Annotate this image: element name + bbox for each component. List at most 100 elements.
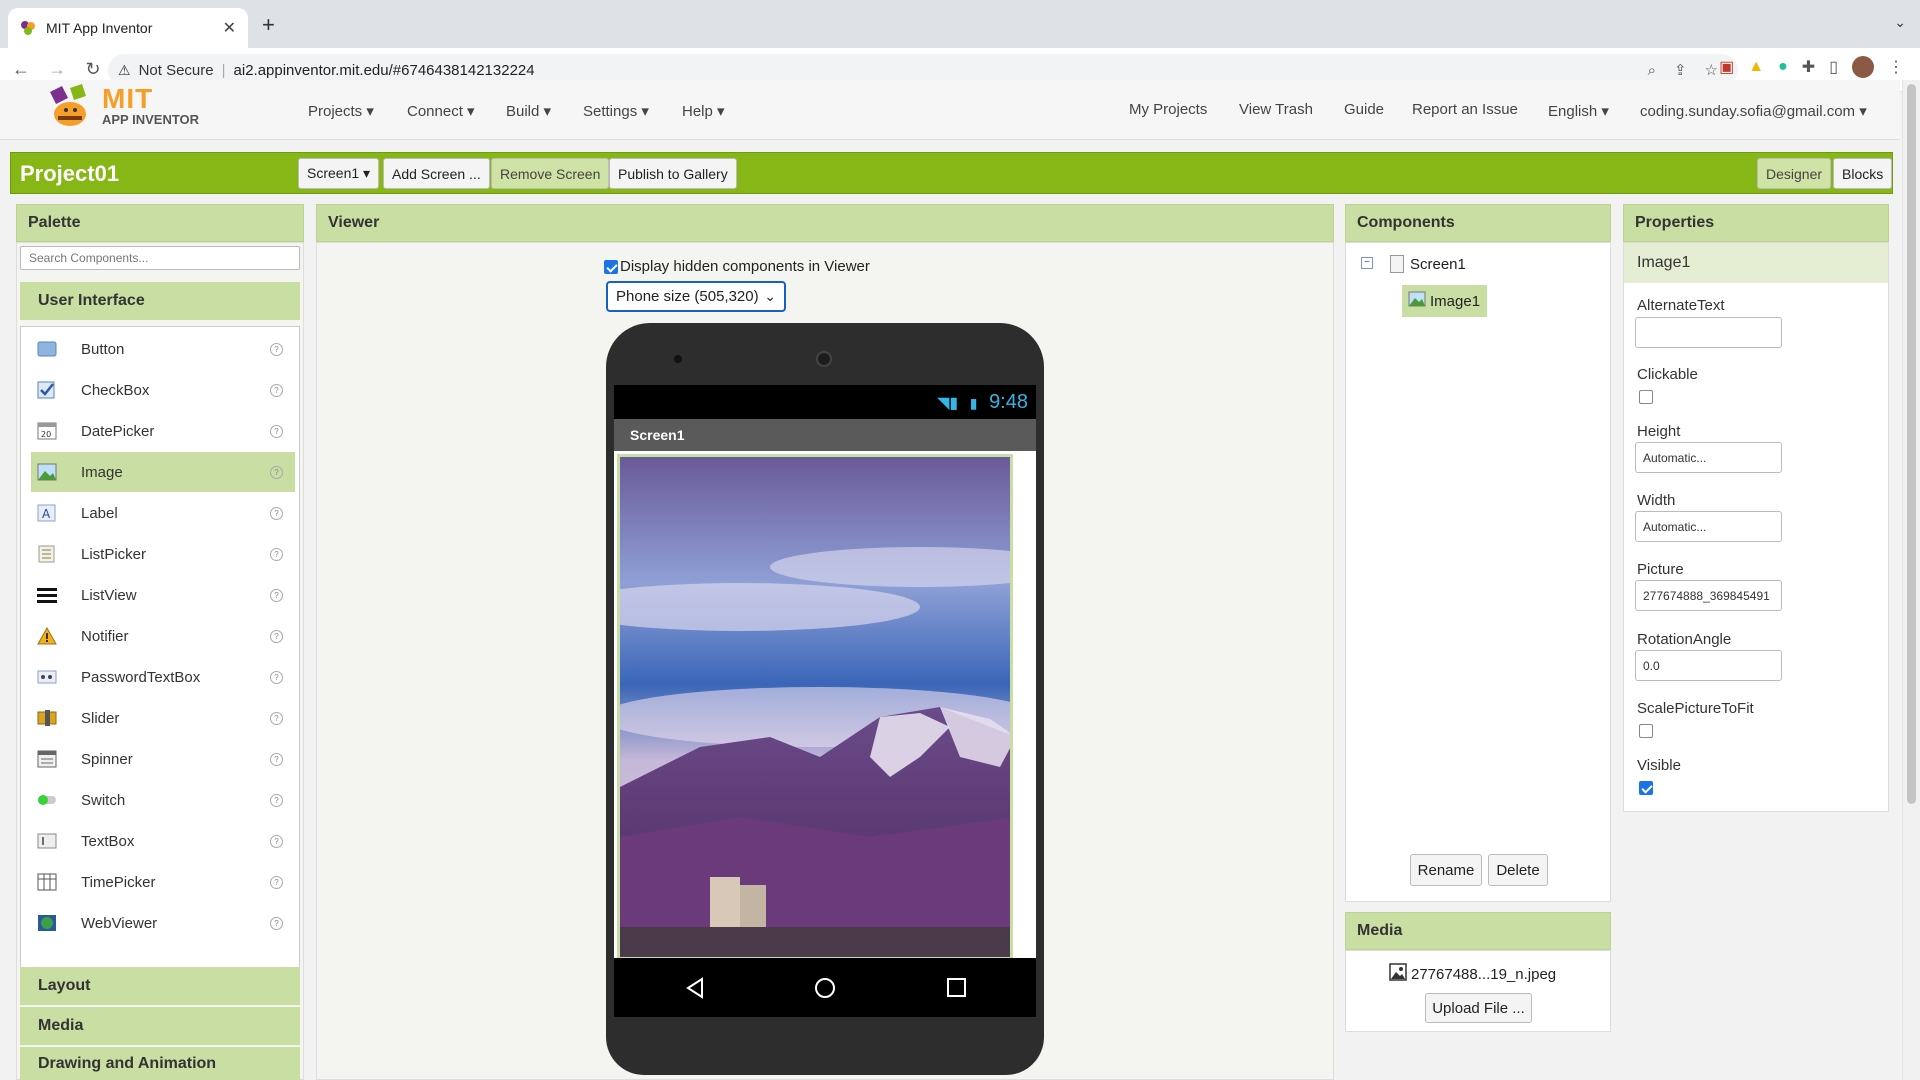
blocks-button[interactable]: Blocks <box>1833 158 1893 189</box>
grammarly-icon[interactable]: ● <box>1778 58 1788 76</box>
add-screen-button[interactable]: Add Screen ... <box>383 158 490 189</box>
help-icon[interactable]: ? <box>270 424 283 438</box>
height-input[interactable]: Automatic... <box>1635 442 1782 473</box>
palette-item-timepicker[interactable]: TimePicker ? <box>31 862 295 902</box>
phone-size-select[interactable]: Phone size (505,320) ⌄ <box>606 281 786 312</box>
palette-item-button[interactable]: Button ? <box>31 329 295 369</box>
cast-icon[interactable]: ▣ <box>1719 57 1734 77</box>
image1-component[interactable] <box>617 454 1013 960</box>
media-file-item[interactable]: 27767488...19_n.jpeg <box>1389 963 1556 985</box>
tree-image1[interactable]: Image1 <box>1402 285 1487 317</box>
help-icon[interactable]: ? <box>270 711 283 725</box>
zoom-icon[interactable]: ⌕ <box>1648 62 1656 79</box>
palette-item-notifier[interactable]: Notifier ? <box>31 616 295 656</box>
search-components-input[interactable]: Search Components... <box>20 246 300 270</box>
remove-screen-button[interactable]: Remove Screen <box>491 158 610 189</box>
help-icon[interactable]: ? <box>270 670 283 684</box>
palette-item-textbox[interactable]: TextBox ? <box>31 821 295 861</box>
tab-close-icon[interactable]: ✕ <box>223 18 236 38</box>
help-icon[interactable]: ? <box>270 342 283 356</box>
palette-item-webviewer[interactable]: WebViewer ? <box>31 903 295 943</box>
upload-file-button[interactable]: Upload File ... <box>1425 993 1532 1023</box>
palette-item-switch[interactable]: Switch ? <box>31 780 295 820</box>
drive-icon[interactable]: ▲ <box>1748 58 1764 76</box>
link-view-trash[interactable]: View Trash <box>1239 101 1313 118</box>
palette-item-checkbox[interactable]: CheckBox ? <box>31 370 295 410</box>
scalepicturetofit-checkbox[interactable] <box>1639 724 1653 738</box>
palette-item-spinner[interactable]: Spinner ? <box>31 739 295 779</box>
rotationangle-input[interactable]: 0.0 <box>1635 650 1782 681</box>
delete-button[interactable]: Delete <box>1488 854 1548 886</box>
help-icon[interactable]: ? <box>270 506 283 520</box>
menu-help[interactable]: Help ▾ <box>682 102 725 120</box>
category-user-interface[interactable]: User Interface <box>20 282 300 320</box>
picture-input[interactable]: 277674888_369845491 <box>1635 580 1782 611</box>
palette-item-listview[interactable]: ListView ? <box>31 575 295 615</box>
tree-screen1[interactable]: Screen1 <box>1390 255 1466 273</box>
link-report-issue[interactable]: Report an Issue <box>1412 101 1518 118</box>
designer-button[interactable]: Designer <box>1757 158 1832 189</box>
collapse-tree-icon[interactable]: − <box>1361 257 1373 269</box>
menu-connect[interactable]: Connect ▾ <box>407 102 475 120</box>
link-my-projects[interactable]: My Projects <box>1129 101 1207 118</box>
palette-item-image[interactable]: Image ? <box>31 452 295 492</box>
display-hidden-checkbox[interactable] <box>604 259 618 274</box>
palette-item-label[interactable]: A Label ? <box>31 493 295 533</box>
palette-item-label: Button <box>81 340 125 358</box>
help-icon[interactable]: ? <box>270 752 283 766</box>
help-icon[interactable]: ? <box>270 875 283 889</box>
page-scrollbar[interactable] <box>1902 80 1920 1080</box>
scrollbar-thumb[interactable] <box>1907 84 1916 804</box>
checkbox-component-icon <box>37 381 57 399</box>
help-icon[interactable]: ? <box>270 793 283 807</box>
publish-gallery-button[interactable]: Publish to Gallery <box>609 158 737 189</box>
menu-build[interactable]: Build ▾ <box>506 102 551 120</box>
clickable-checkbox[interactable] <box>1639 390 1653 404</box>
category-media[interactable]: Media <box>20 1007 300 1045</box>
new-tab-button[interactable]: + <box>262 12 275 38</box>
account-menu[interactable]: coding.sunday.sofia@gmail.com ▾ <box>1640 102 1867 120</box>
help-icon[interactable]: ? <box>270 916 283 930</box>
help-icon[interactable]: ? <box>270 588 283 602</box>
nav-home-icon <box>815 978 835 998</box>
alternatetext-input[interactable] <box>1635 317 1782 348</box>
tab-search-chevron-icon[interactable]: ⌄ <box>1894 14 1906 31</box>
visible-checkbox[interactable] <box>1639 781 1653 795</box>
forward-arrow-icon[interactable]: → <box>42 59 72 80</box>
language-menu[interactable]: English ▾ <box>1548 102 1609 120</box>
properties-component-name: Image1 <box>1624 243 1888 283</box>
warning-icon: ⚠ <box>118 61 131 78</box>
components-panel <box>1345 242 1611 902</box>
link-guide[interactable]: Guide <box>1344 101 1384 118</box>
palette-item-passwordtextbox[interactable]: PasswordTextBox ? <box>31 657 295 697</box>
category-layout[interactable]: Layout <box>20 967 300 1005</box>
back-arrow-icon[interactable]: ← <box>6 59 36 80</box>
width-input[interactable]: Automatic... <box>1635 511 1782 542</box>
help-icon[interactable]: ? <box>270 465 283 479</box>
slider-component-icon <box>37 709 57 727</box>
help-icon[interactable]: ? <box>270 834 283 848</box>
help-icon[interactable]: ? <box>270 629 283 643</box>
palette-item-slider[interactable]: Slider ? <box>31 698 295 738</box>
help-icon[interactable]: ? <box>270 383 283 397</box>
bookmark-star-icon[interactable]: ☆ <box>1705 61 1718 79</box>
textbox-component-icon <box>37 832 57 850</box>
help-icon[interactable]: ? <box>270 547 283 561</box>
mit-app-inventor-logo[interactable]: MIT APP INVENTOR <box>44 82 199 130</box>
palette-item-datepicker[interactable]: 20 DatePicker ? <box>31 411 295 451</box>
reload-icon[interactable]: ↻ <box>78 59 108 80</box>
palette-component-list: Button ? CheckBox ? 20 DatePicker ? Imag… <box>20 326 300 968</box>
logo-mit-text: MIT <box>102 83 154 114</box>
screen-select-button[interactable]: Screen1 ▾ <box>298 158 380 189</box>
browser-tab[interactable]: MIT App Inventor ✕ <box>8 8 248 48</box>
category-drawing-animation[interactable]: Drawing and Animation <box>20 1047 300 1080</box>
menu-projects[interactable]: Projects ▾ <box>308 102 374 120</box>
menu-settings[interactable]: Settings ▾ <box>583 102 649 120</box>
side-panel-icon[interactable]: ▯ <box>1829 57 1838 77</box>
profile-avatar[interactable] <box>1852 56 1874 78</box>
palette-item-listpicker[interactable]: ListPicker ? <box>31 534 295 574</box>
browser-menu-icon[interactable]: ⋮ <box>1888 57 1904 77</box>
share-icon[interactable]: ⇪ <box>1674 61 1687 79</box>
extensions-puzzle-icon[interactable]: ✚ <box>1802 57 1815 77</box>
rename-button[interactable]: Rename <box>1410 854 1482 886</box>
